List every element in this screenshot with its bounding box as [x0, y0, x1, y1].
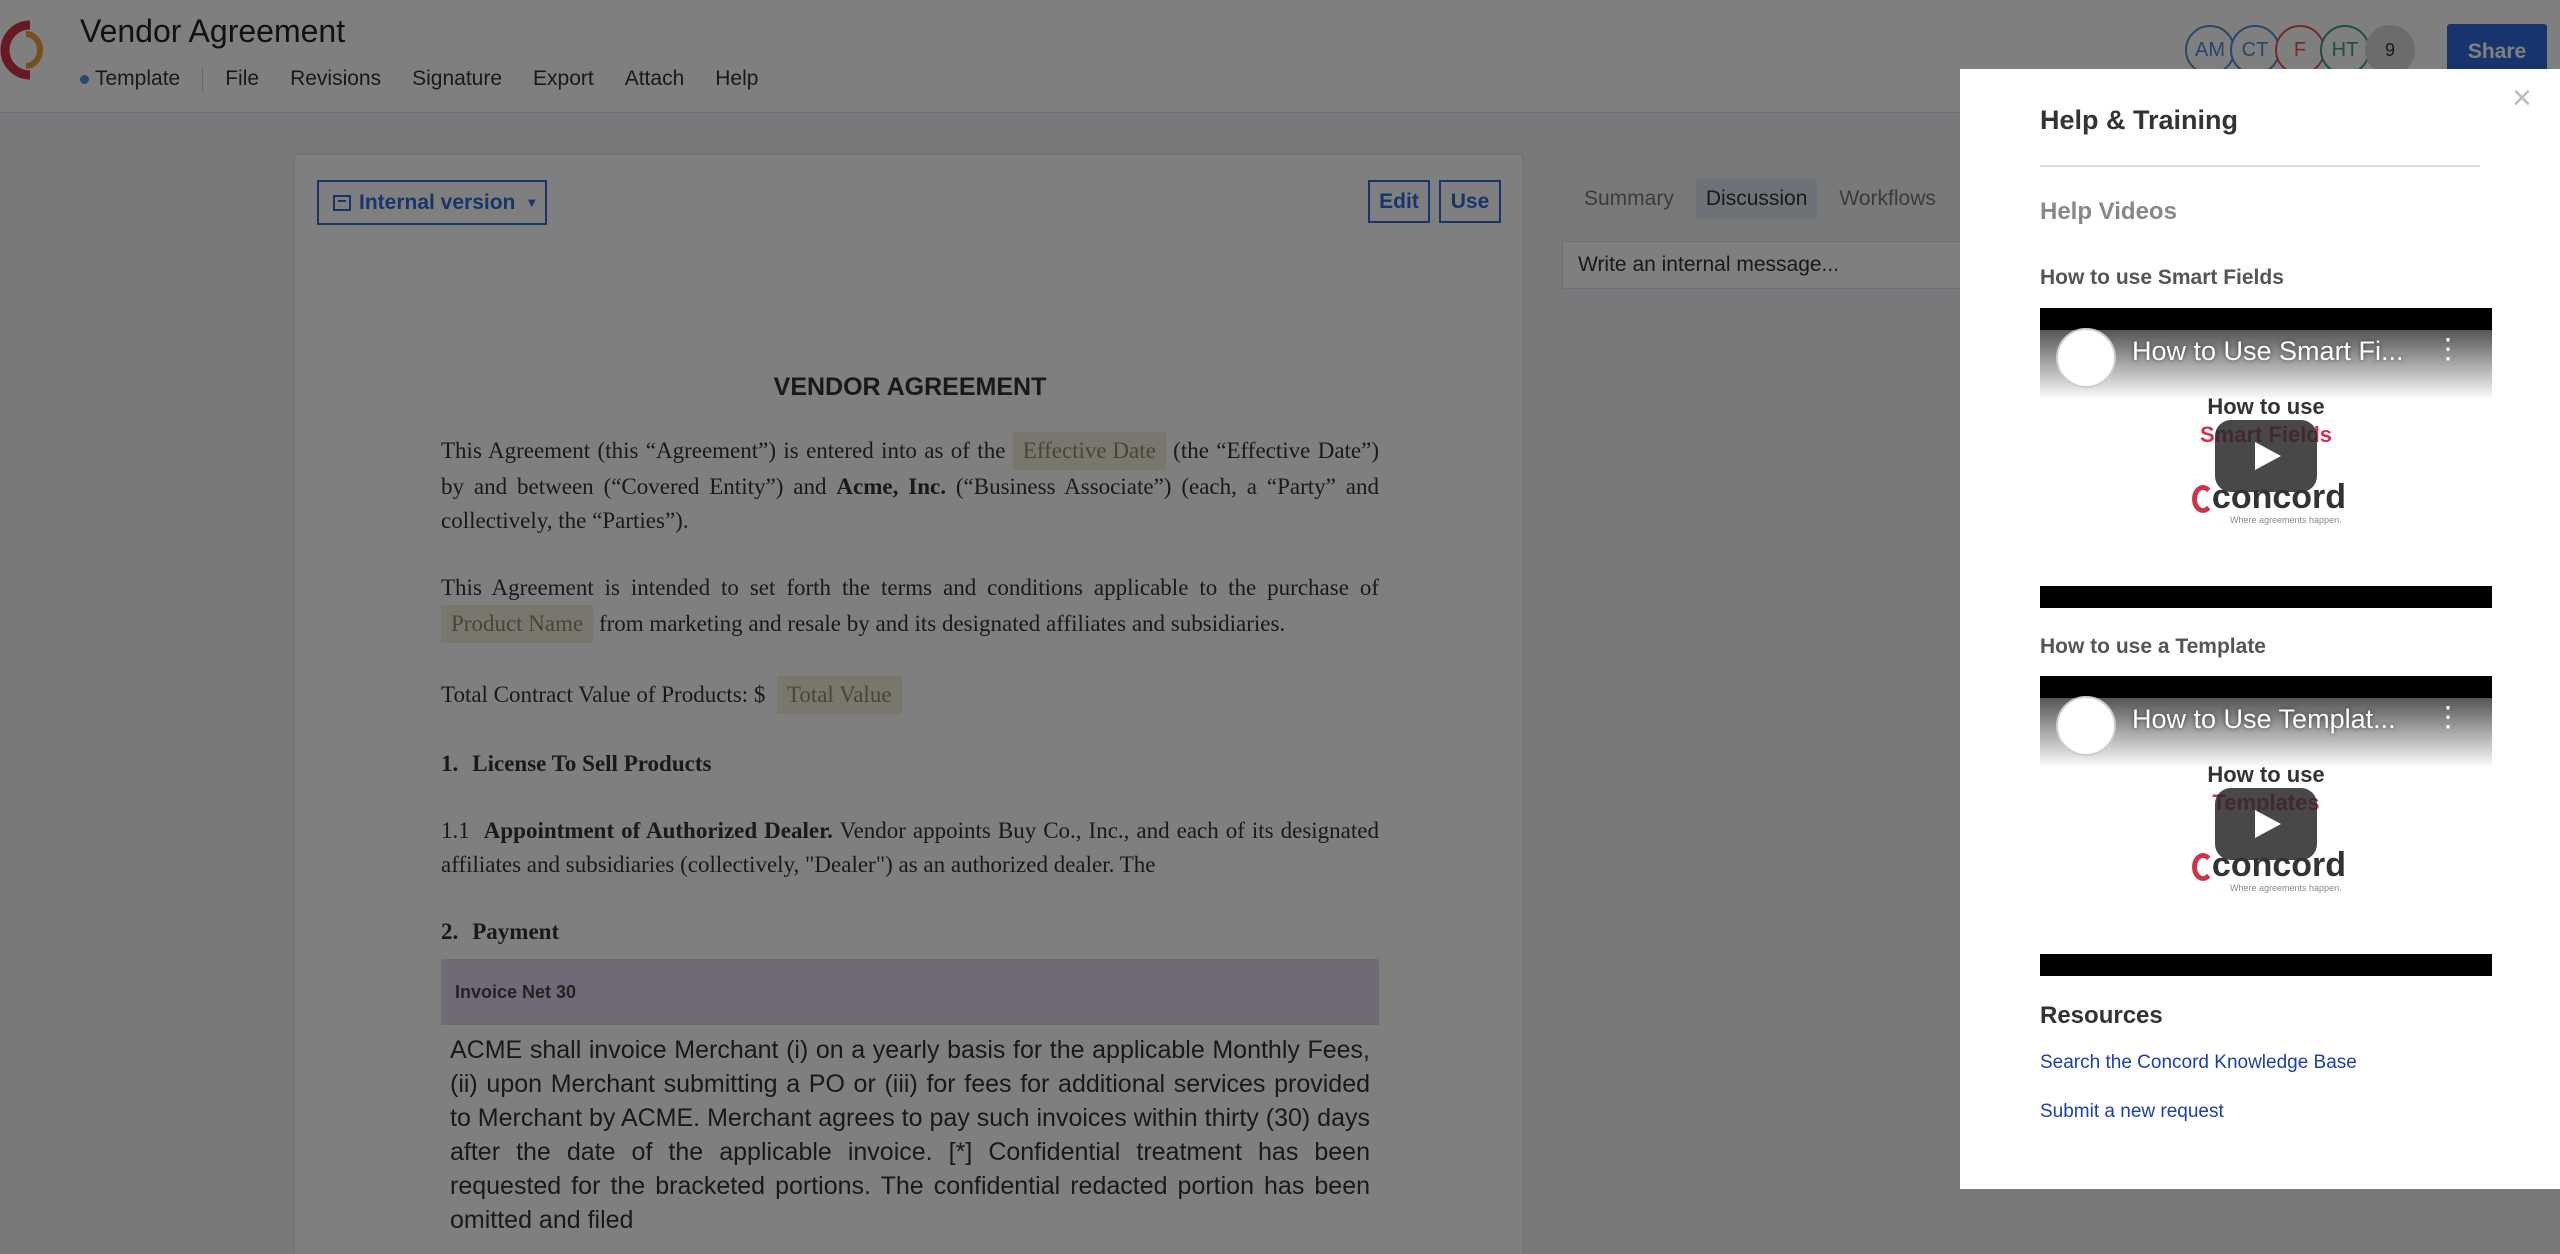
- help-title: Help & Training: [2040, 105, 2239, 135]
- help-videos-heading: Help Videos: [2040, 198, 2177, 225]
- video-label: How to use Smart Fields: [2040, 266, 2284, 289]
- channel-logo-icon[interactable]: [2056, 696, 2116, 756]
- more-vert-icon[interactable]: ⋮: [2434, 700, 2462, 733]
- video-letterbox: [2040, 586, 2492, 608]
- video-title[interactable]: How to Use Smart Fi...: [2132, 336, 2404, 367]
- channel-logo-icon[interactable]: [2056, 328, 2116, 388]
- brand-text: concord: [2211, 478, 2347, 516]
- resources-heading: Resources: [2040, 1002, 2163, 1029]
- video-brand: concord: [2193, 846, 2346, 885]
- video-player-templates[interactable]: How to Use Templat... ⋮ How to use Templ…: [2040, 676, 2492, 976]
- video-tagline: Where agreements happen.: [2230, 515, 2342, 525]
- video-caption-line1: How to use: [2207, 762, 2325, 787]
- help-drawer: × Help & Training Help Videos How to use…: [1960, 69, 2560, 1189]
- video-player-smart-fields[interactable]: How to Use Smart Fi... ⋮ How to use Smar…: [2040, 308, 2492, 608]
- video-title[interactable]: How to Use Templat...: [2132, 704, 2396, 735]
- video-letterbox: [2040, 308, 2492, 330]
- brand-text: concord: [2211, 846, 2347, 884]
- new-request-link[interactable]: Submit a new request: [2040, 1101, 2224, 1123]
- close-icon[interactable]: ×: [2512, 79, 2532, 118]
- more-vert-icon[interactable]: ⋮: [2434, 332, 2462, 365]
- video-letterbox: [2040, 676, 2492, 698]
- video-letterbox: [2040, 954, 2492, 976]
- divider: [2040, 165, 2480, 167]
- video-brand: concord: [2193, 478, 2346, 517]
- video-tagline: Where agreements happen.: [2230, 883, 2342, 893]
- knowledge-base-link[interactable]: Search the Concord Knowledge Base: [2040, 1052, 2357, 1074]
- video-label: How to use a Template: [2040, 635, 2266, 658]
- video-caption-line1: How to use: [2207, 394, 2325, 419]
